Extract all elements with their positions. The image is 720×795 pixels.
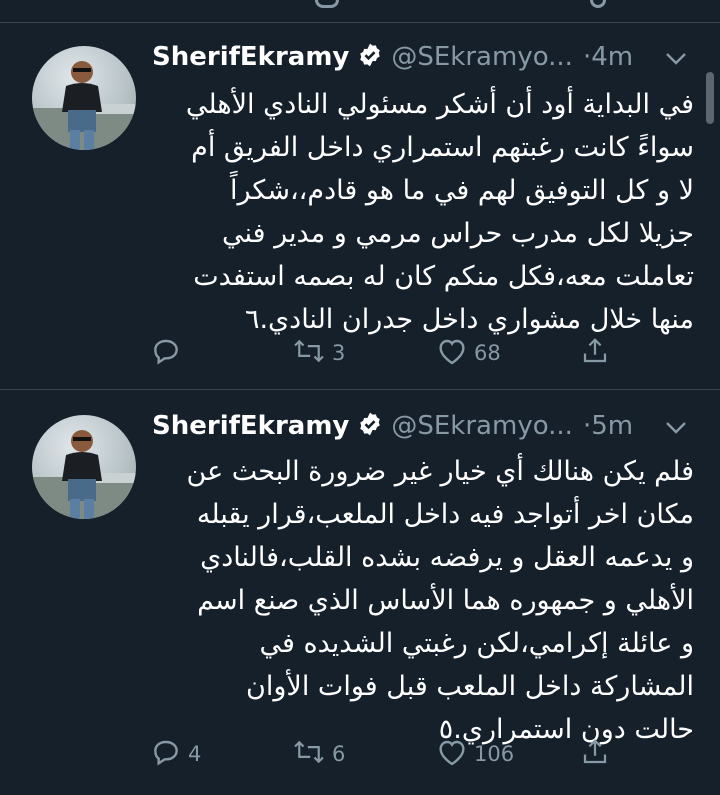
like-button[interactable]: 106: [436, 736, 514, 772]
tweet-timestamp[interactable]: ·4m: [583, 42, 633, 72]
reply-count: 4: [188, 742, 202, 766]
scrollbar[interactable]: [706, 72, 714, 124]
previous-share-icon-fragment: [590, 0, 606, 8]
share-icon: [580, 736, 610, 772]
tweet-timestamp[interactable]: ·5m: [583, 411, 633, 441]
reply-button[interactable]: [150, 335, 188, 371]
retweet-count: 6: [332, 742, 346, 766]
share-button[interactable]: [580, 736, 610, 772]
reply-icon: [150, 736, 182, 772]
tweet-header: SherifEkramy @SEkramyo... ·5m: [152, 406, 692, 446]
chevron-down-icon[interactable]: [664, 51, 714, 71]
reply-button[interactable]: 4: [150, 736, 201, 772]
like-count: 106: [474, 742, 515, 766]
share-icon: [580, 335, 610, 371]
heart-icon: [436, 336, 468, 370]
previous-tweet-actions-fragment: [0, 0, 720, 22]
like-count: 68: [474, 341, 501, 365]
retweet-button[interactable]: 6: [292, 736, 345, 772]
author-name[interactable]: SherifEkramy: [152, 411, 349, 441]
author-name[interactable]: SherifEkramy: [152, 42, 349, 72]
tweet[interactable]: SherifEkramy @SEkramyo... ·5m فلم يكن هن…: [0, 390, 720, 795]
avatar[interactable]: [32, 415, 136, 519]
previous-like-icon-fragment: [315, 0, 339, 8]
chevron-down-icon[interactable]: [664, 420, 714, 440]
avatar-photo-icon: [32, 61, 136, 150]
retweet-icon: [292, 336, 326, 370]
tweet-text: في البداية أود أن أشكر مسئولي النادي الأ…: [185, 89, 694, 335]
avatar[interactable]: [32, 46, 136, 150]
share-button[interactable]: [580, 335, 610, 371]
like-button[interactable]: 68: [436, 335, 501, 371]
tweet-text: فلم يكن هنالك أي خيار غير ضرورة البحث عن…: [186, 456, 694, 745]
tweet[interactable]: SherifEkramy @SEkramyo... ·4m في البداية…: [0, 23, 720, 389]
tweet-actions: 3 68: [150, 335, 620, 375]
verified-badge-icon: [357, 42, 383, 72]
author-handle[interactable]: @SEkramyo...: [391, 42, 573, 72]
heart-icon: [436, 737, 468, 771]
reply-icon: [150, 335, 182, 371]
author-handle[interactable]: @SEkramyo...: [391, 411, 573, 441]
verified-badge-icon: [357, 411, 383, 441]
tweet-header: SherifEkramy @SEkramyo... ·4m: [152, 37, 692, 77]
retweet-icon: [292, 737, 326, 771]
retweet-count: 3: [332, 341, 346, 365]
retweet-button[interactable]: 3: [292, 335, 345, 371]
avatar-photo-icon: [32, 430, 136, 519]
tweet-actions: 4 6 106: [150, 736, 620, 776]
